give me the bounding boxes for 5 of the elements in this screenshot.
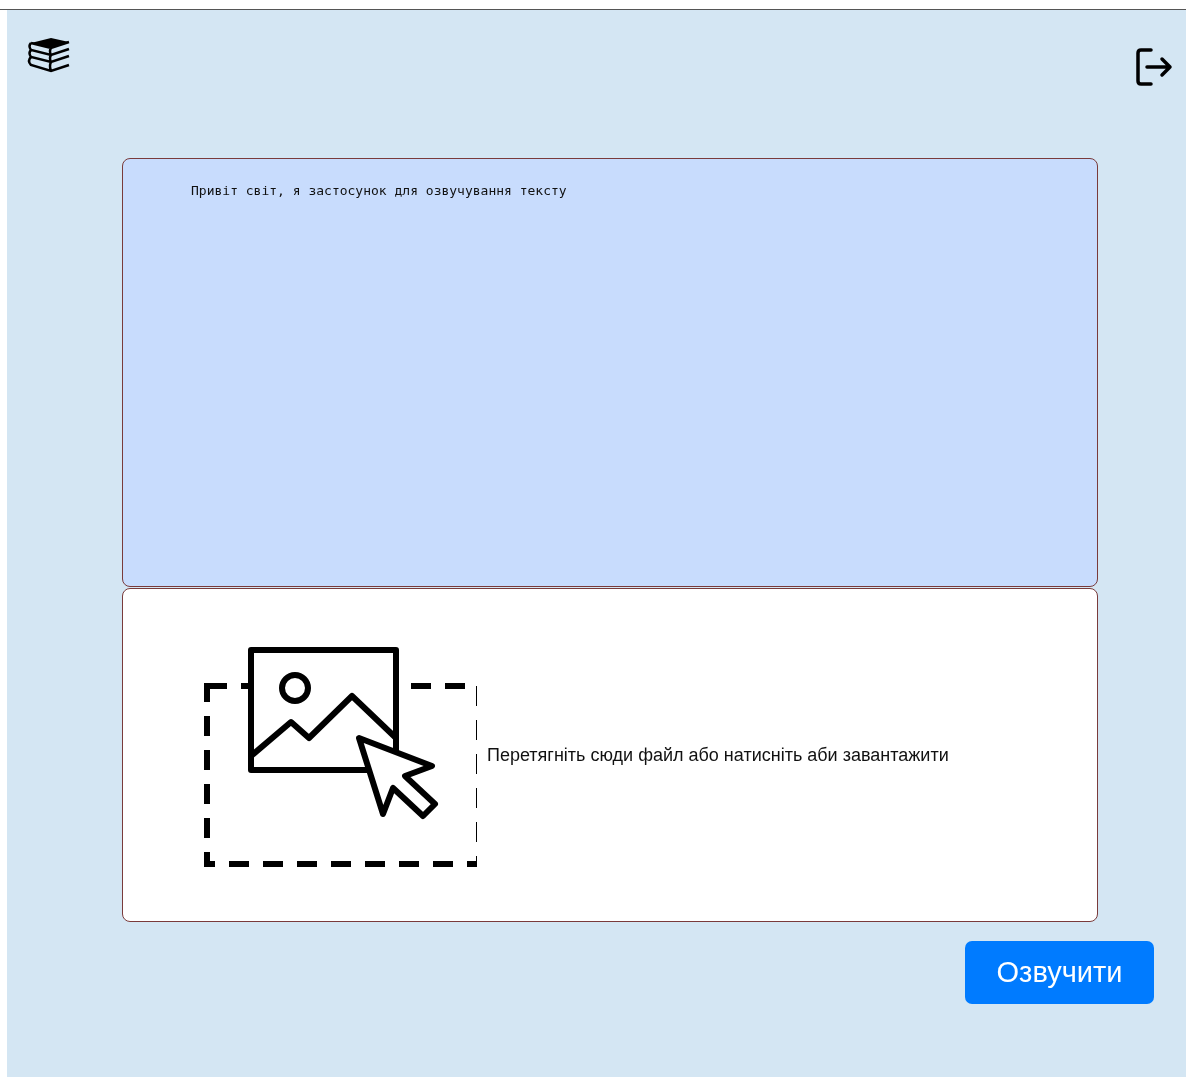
dropzone-label: Перетягніть сюди файл або натисніть аби завантажити [487,744,949,766]
file-dropzone[interactable]: Перетягніть сюди файл або натисніть аби завантажити [122,588,1098,922]
speak-button[interactable]: Озвучити [965,941,1154,1004]
logout-icon[interactable] [1134,47,1174,87]
text-input-field[interactable]: Привіт світ, я застосунок для озвучування тексту [122,158,1098,587]
